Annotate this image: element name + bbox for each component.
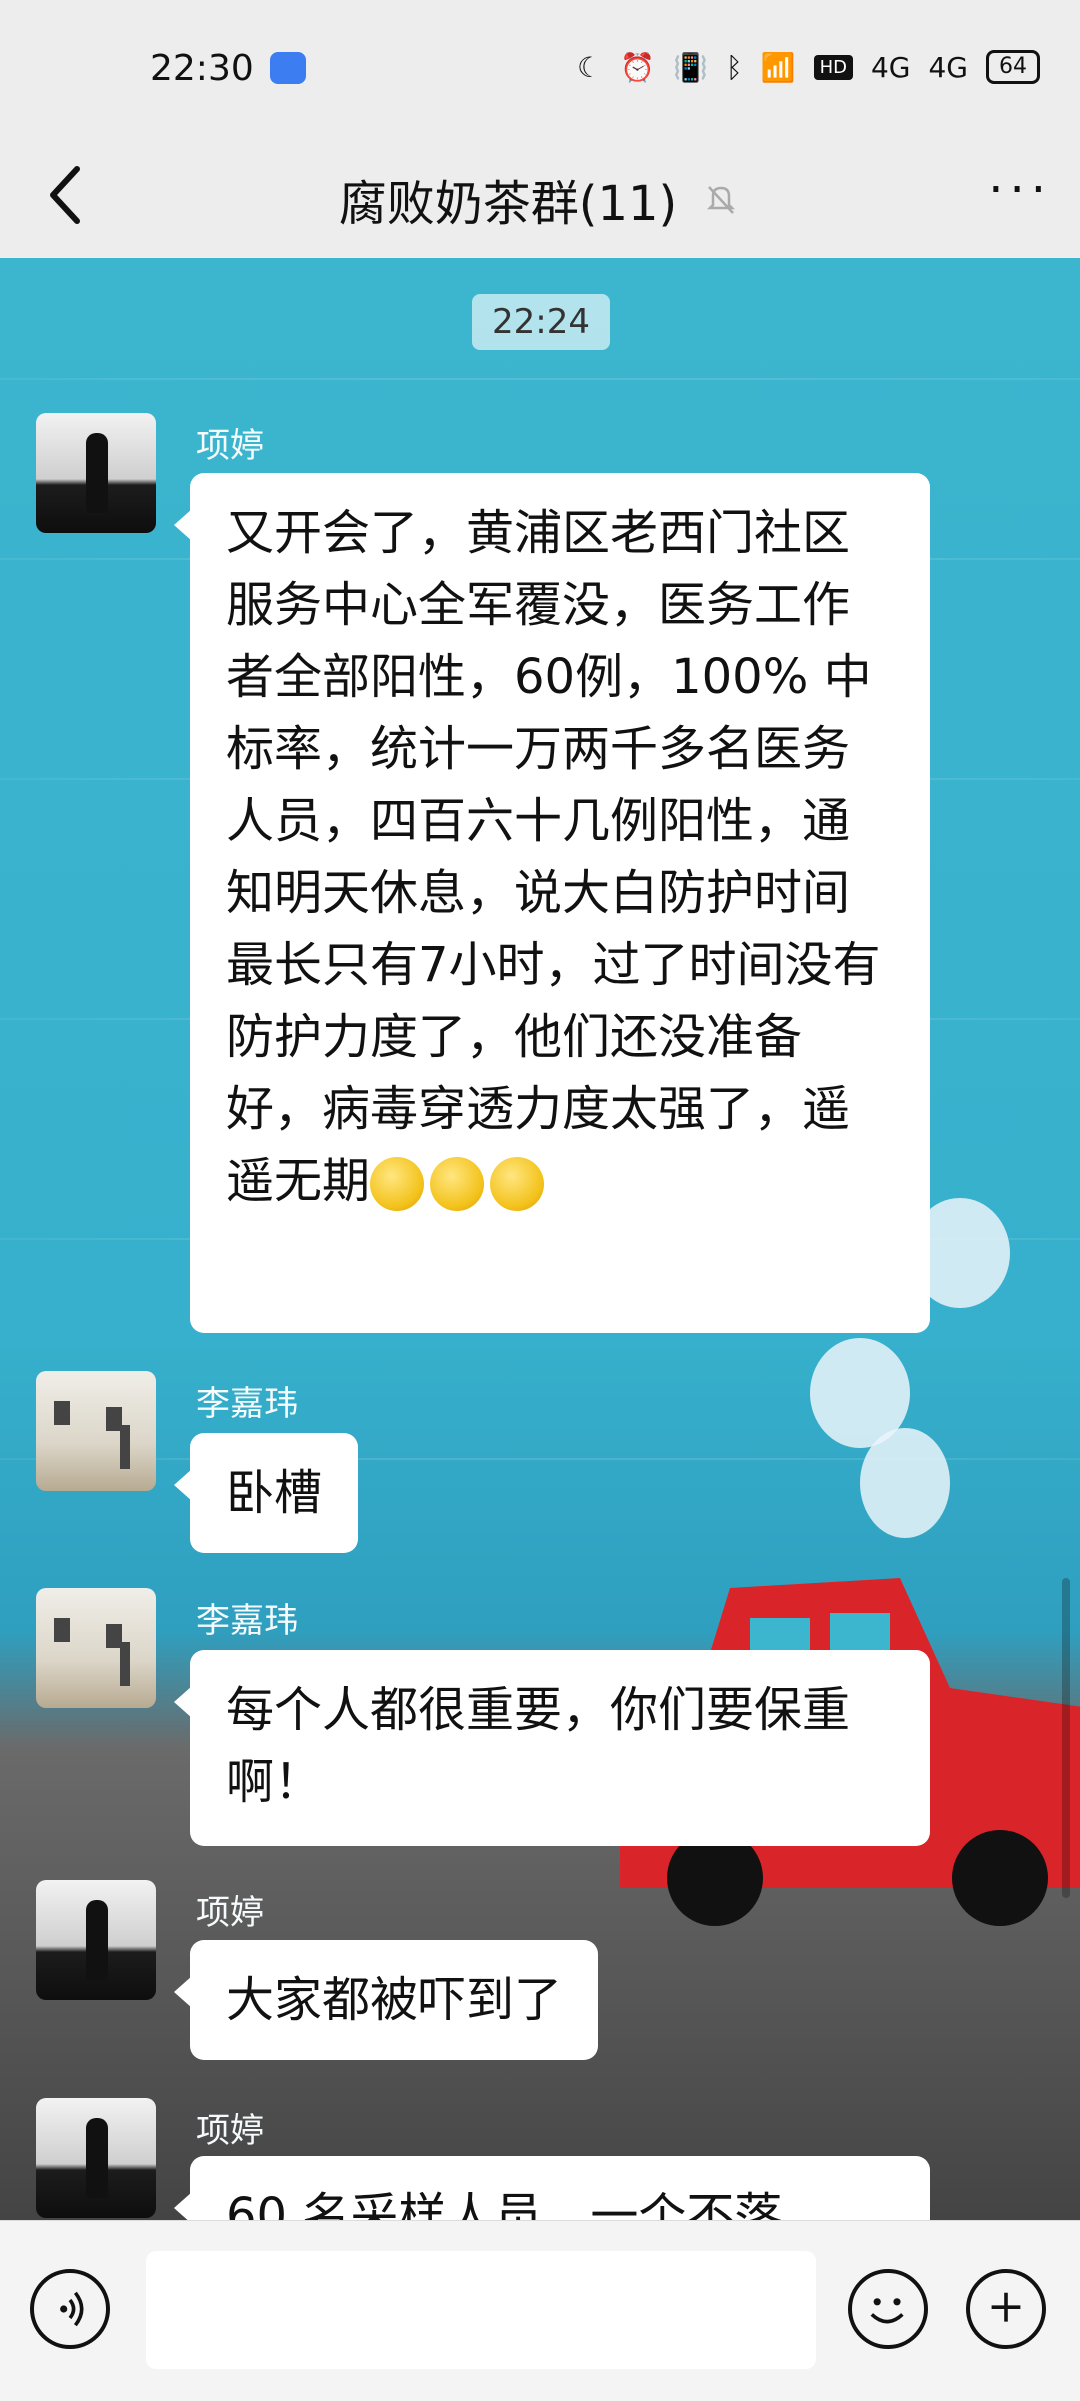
message-bubble[interactable]: 又开会了，黄浦区老西门社区服务中心全军覆没，医务工作者全部阳性，60例，100%…	[174, 473, 930, 1333]
chat-header: 腐败奶茶群(11) ···	[0, 140, 1080, 259]
message-timestamp: 22:24	[472, 294, 610, 350]
message-bubble[interactable]: 60 名采样人员，一个不落	[174, 2156, 930, 2220]
wifi-icon: 📶	[760, 50, 796, 84]
message-text: 大家都被吓到了	[226, 1972, 563, 2028]
message-text: 每个人都很重要，你们要保重啊！	[226, 1682, 851, 1810]
sender-name: 项婷	[196, 2111, 264, 2151]
bluetooth-icon: ᛒ	[725, 50, 743, 84]
input-bar	[0, 2220, 1080, 2401]
mute-bell-icon	[707, 186, 736, 214]
chat-title: 腐败奶茶群(11)	[338, 176, 678, 232]
avatar[interactable]	[36, 2098, 156, 2218]
avatar[interactable]	[36, 413, 156, 533]
avatar[interactable]	[36, 1371, 156, 1491]
signal-icon-2: 4G	[928, 50, 968, 84]
message-text: 卧槽	[226, 1465, 323, 1521]
vibrate-icon: 📳	[673, 50, 708, 84]
emoji-icon[interactable]	[848, 2269, 928, 2349]
moon-icon: ☾	[577, 50, 603, 84]
avatar[interactable]	[36, 1880, 156, 2000]
signal-icon-1: 4G	[870, 50, 911, 84]
alarm-icon: ⏰	[620, 50, 655, 84]
scrollbar[interactable]	[1062, 1578, 1070, 1898]
hd-badge: HD	[813, 54, 853, 80]
message-bubble[interactable]: 每个人都很重要，你们要保重啊！	[174, 1650, 930, 1846]
sender-name: 项婷	[196, 1893, 264, 1933]
message-bubble[interactable]: 大家都被吓到了	[173, 1940, 599, 2060]
title-wrap: 腐败奶茶群(11)	[0, 140, 1080, 258]
message-text: 60 名采样人员，一个不落	[226, 2188, 783, 2220]
message-bubble[interactable]: 卧槽	[173, 1433, 359, 1553]
emoji-icon	[370, 1153, 550, 1211]
sender-name: 李嘉玮	[196, 1384, 298, 1424]
status-icons: ☾ ⏰ 📳 ᛒ 📶 HD 4G 4G 64	[577, 50, 1040, 84]
message-input[interactable]	[146, 2251, 816, 2369]
status-bar: 22:30 ☾ ⏰ 📳 ᛒ 📶 HD 4G 4G 64	[0, 0, 1080, 140]
status-time: 22:30	[150, 48, 254, 89]
cloud-decoration	[860, 1428, 950, 1538]
voice-input-icon[interactable]	[30, 2269, 110, 2349]
more-options-icon[interactable]: ···	[988, 166, 1052, 214]
chat-area[interactable]: 22:24 项婷 又开会了，黄浦区老西门社区服务中心全军覆没，医务工作者全部阳性…	[0, 258, 1080, 2220]
sender-name: 李嘉玮	[196, 1601, 298, 1641]
plus-icon[interactable]	[966, 2269, 1046, 2349]
avatar[interactable]	[36, 1588, 156, 1708]
app-notification-icon	[270, 52, 306, 84]
battery-icon: 64	[986, 50, 1040, 84]
sender-name: 项婷	[196, 426, 264, 466]
message-text: 又开会了，黄浦区老西门社区服务中心全军覆没，医务工作者全部阳性，60例，100%…	[226, 505, 881, 1209]
